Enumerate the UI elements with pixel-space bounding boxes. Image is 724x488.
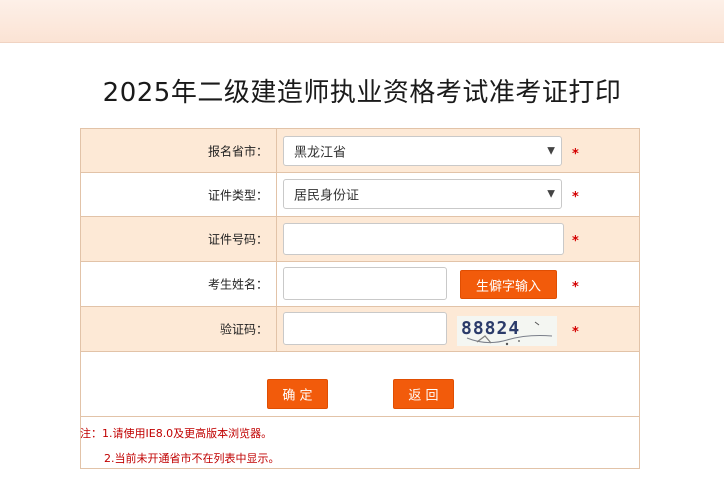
action-row: 确 定 返 回 [81, 352, 639, 417]
province-label-cell: 报名省市： [81, 129, 277, 172]
province-select[interactable]: 黑龙江省 ▼ [283, 136, 562, 166]
province-label: 报名省市： [207, 144, 268, 158]
captcha-input[interactable] [283, 312, 447, 345]
captcha-image[interactable]: 88824 [457, 316, 557, 346]
required-mark: * [572, 280, 579, 295]
required-mark: * [572, 147, 579, 162]
captcha-label-cell: 验证码： [81, 307, 277, 351]
confirm-button[interactable]: 确 定 [267, 379, 328, 409]
name-label-cell: 考生姓名： [81, 262, 277, 306]
id-number-row: 证件号码： * [81, 217, 639, 262]
id-type-label-cell: 证件类型： [81, 173, 277, 216]
province-select-value: 黑龙江省 [294, 145, 347, 161]
top-banner [0, 0, 724, 43]
chevron-down-icon: ▼ [547, 145, 555, 157]
id-type-label: 证件类型： [207, 188, 268, 202]
back-button[interactable]: 返 回 [393, 379, 454, 409]
page-title: 2025年二级建造师执业资格考试准考证打印 [102, 78, 622, 108]
captcha-row: 验证码： 88824 * [81, 307, 639, 352]
required-mark: * [572, 234, 579, 249]
id-number-label: 证件号码： [207, 232, 268, 247]
id-number-label-cell: 证件号码： [81, 217, 277, 261]
name-row: 考生姓名： 生僻字输入 * [81, 262, 639, 307]
required-mark: * [572, 190, 579, 205]
note-line-1: 注：1.请使用IE8.0及更高版本浏览器。 [80, 427, 273, 440]
captcha-label: 验证码： [219, 322, 268, 337]
name-input[interactable] [283, 267, 447, 300]
captcha-text: 88824 [461, 318, 521, 339]
id-type-row: 证件类型： 居民身份证 ▼ * [81, 173, 639, 217]
id-number-input[interactable] [283, 223, 564, 255]
province-row: 报名省市： 黑龙江省 ▼ * [81, 129, 639, 173]
rare-char-input-button-label: 生僻字输入 [475, 279, 541, 294]
id-type-select[interactable]: 居民身份证 ▼ [283, 179, 562, 209]
confirm-button-label: 确 定 [282, 388, 313, 404]
back-button-label: 返 回 [408, 388, 439, 404]
note-line-2: 2.当前未开通省市不在列表中显示。 [104, 452, 280, 465]
ticket-print-form: 报名省市： 黑龙江省 ▼ * 证件类型： 居民身份证 ▼ * 证件号码： * 考… [80, 128, 640, 469]
required-mark: * [572, 325, 579, 340]
chevron-down-icon: ▼ [547, 188, 555, 200]
rare-char-input-button[interactable]: 生僻字输入 [460, 270, 557, 299]
id-type-select-value: 居民身份证 [294, 188, 360, 204]
name-label: 考生姓名： [207, 277, 268, 292]
